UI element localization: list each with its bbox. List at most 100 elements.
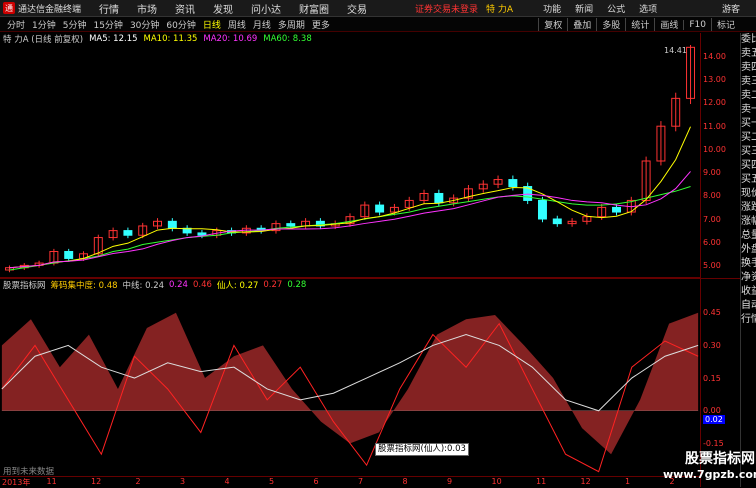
candle-body — [612, 206, 621, 213]
ma60-value: MA60: 8.38 — [263, 34, 312, 44]
sidebar-item[interactable]: 自动 — [741, 299, 756, 313]
menu-zixun[interactable]: 资讯 — [175, 1, 195, 16]
period-weekly[interactable]: 周线 — [228, 18, 246, 31]
time-tick: 8 — [402, 477, 408, 486]
sidebar-item[interactable]: 卖二 — [741, 89, 756, 103]
candle-body — [286, 223, 296, 227]
login-status[interactable]: 证券交易未登录 — [415, 2, 478, 15]
sidebar-item[interactable]: 换手 — [741, 257, 756, 271]
ma10-line — [9, 126, 691, 269]
sidebar-item[interactable]: 买二 — [741, 131, 756, 145]
tool-duogu[interactable]: 多股 — [596, 18, 625, 31]
v1-value: 0.24 — [169, 280, 188, 290]
indicator-tick: 0.15 — [703, 373, 721, 383]
indicator-tick: -0.15 — [703, 439, 724, 449]
sidebar-item[interactable]: 涨幅 — [741, 215, 756, 229]
indicator-tooltip: 股票指标网(仙人):0.03 — [375, 443, 469, 456]
ma10-value: MA10: 11.35 — [143, 34, 198, 44]
sidebar-item[interactable]: 卖一 — [741, 103, 756, 117]
menu-xinwen[interactable]: 新闻 — [575, 2, 593, 15]
app-title: 通达信金融终端 — [18, 4, 82, 15]
kline-chart[interactable] — [0, 45, 700, 278]
sidebar-item[interactable]: 买四 — [741, 159, 756, 173]
sidebar-item[interactable]: 总量 — [741, 229, 756, 243]
period-fenshi[interactable]: 分时 — [7, 18, 25, 31]
period-60min[interactable]: 60分钟 — [166, 18, 195, 31]
tool-f10[interactable]: F10 — [683, 19, 711, 30]
chip-value: 筹码集中度: 0.48 — [50, 281, 118, 291]
menu-gongneng[interactable]: 功能 — [543, 2, 561, 15]
menu-wenxiaoda[interactable]: 问小达 — [251, 1, 281, 16]
period-daily[interactable]: 日线 — [203, 18, 221, 31]
sidebar-item[interactable]: 卖五 — [741, 47, 756, 61]
tool-diejia[interactable]: 叠加 — [567, 18, 596, 31]
menu-shichang[interactable]: 市场 — [137, 1, 157, 16]
price-tick: 7.00 — [703, 214, 721, 224]
ma5-value: MA5: 12.15 — [89, 34, 138, 44]
current-stock: 特 力A — [486, 4, 514, 15]
menu-hangqing[interactable]: 行情 — [99, 1, 119, 16]
price-tick: 11.00 — [703, 121, 726, 131]
mid-value: 中线: 0.24 — [122, 281, 165, 291]
period-bar: 分时 1分钟 5分钟 15分钟 30分钟 60分钟 日线 周线 月线 多周期 更… — [0, 17, 756, 32]
period-1min[interactable]: 1分钟 — [32, 18, 56, 31]
tool-biaoji[interactable]: 标记 — [710, 18, 740, 31]
zero-value-tag: 0.02 — [703, 415, 725, 424]
xianren-value: 仙人: 0.27 — [216, 281, 259, 291]
time-tick: 7 — [358, 477, 364, 486]
time-tick: 3 — [180, 477, 186, 486]
sidebar-item[interactable]: 委比 — [741, 33, 756, 47]
time-tick: 2 — [135, 477, 141, 486]
period-monthly[interactable]: 月线 — [253, 18, 271, 31]
menu-gongshi[interactable]: 公式 — [607, 2, 625, 15]
sidebar-item[interactable]: 外盘 — [741, 243, 756, 257]
sidebar-item[interactable]: 买三 — [741, 145, 756, 159]
period-15min[interactable]: 15分钟 — [93, 18, 122, 31]
indicator-tick: 0.45 — [703, 307, 721, 317]
candle-body — [64, 250, 74, 259]
menu-xuanxiang[interactable]: 选项 — [639, 2, 657, 15]
sidebar-item[interactable]: 买五 — [741, 173, 756, 187]
price-tick: 9.00 — [703, 168, 721, 178]
candle-body — [123, 230, 133, 236]
guest-label[interactable]: 游客 — [722, 2, 740, 15]
indicator-tick: 0.30 — [703, 340, 721, 350]
title-bar: 通 通达信金融终端 行情 市场 资讯 发现 问小达 财富圈 交易 证券交易未登录… — [0, 0, 756, 17]
sidebar-item[interactable]: 行情 — [741, 313, 756, 327]
tool-huaxian[interactable]: 画线 — [654, 18, 683, 31]
tool-tongji[interactable]: 统计 — [625, 18, 654, 31]
indicator-chart[interactable] — [0, 291, 700, 477]
v2-value: 0.46 — [192, 280, 212, 290]
period-more[interactable]: 更多 — [312, 18, 330, 31]
chart-title: 特 力A (日线 前复权) — [3, 35, 84, 45]
toolbar: 复权 叠加 多股 统计 画线 F10 标记 — [538, 17, 740, 32]
sidebar-item[interactable]: 涨跌 — [741, 201, 756, 215]
period-multi[interactable]: 多周期 — [278, 18, 305, 31]
sidebar-item[interactable]: 收益 — [741, 285, 756, 299]
watermark-title: 股票指标网 — [685, 451, 755, 467]
period-30min[interactable]: 30分钟 — [130, 18, 159, 31]
time-tick: 2013年 — [2, 478, 31, 487]
sidebar-item[interactable]: 卖三 — [741, 75, 756, 89]
sidebar-item[interactable]: 买一 — [741, 117, 756, 131]
indicator-legend: 股票指标网 筹码集中度: 0.48 中线: 0.24 0.24 0.46 仙人:… — [0, 278, 756, 291]
ma20-value: MA20: 10.69 — [203, 34, 258, 44]
time-tick: 9 — [447, 477, 453, 486]
time-tick: 4 — [224, 477, 230, 486]
time-tick: 11 — [46, 477, 57, 486]
time-tick: 5 — [269, 477, 275, 486]
sidebar-item[interactable]: 净资 — [741, 271, 756, 285]
sidebar-item[interactable]: 现价 — [741, 187, 756, 201]
candle-body — [197, 232, 207, 236]
indicator-tick: 0.00 — [703, 406, 721, 416]
app-logo-icon: 通 — [3, 2, 15, 14]
tool-fuquan[interactable]: 复权 — [538, 18, 567, 31]
sidebar-item[interactable]: 卖四 — [741, 61, 756, 75]
price-tick: 6.00 — [703, 238, 721, 248]
menu-caifuquan[interactable]: 财富圈 — [299, 1, 329, 16]
chip-area — [1, 312, 699, 455]
period-5min[interactable]: 5分钟 — [63, 18, 87, 31]
menu-jiaoyi[interactable]: 交易 — [347, 1, 367, 16]
future-data-note: 用到未来数据 — [3, 467, 55, 477]
menu-faxian[interactable]: 发现 — [213, 1, 233, 16]
